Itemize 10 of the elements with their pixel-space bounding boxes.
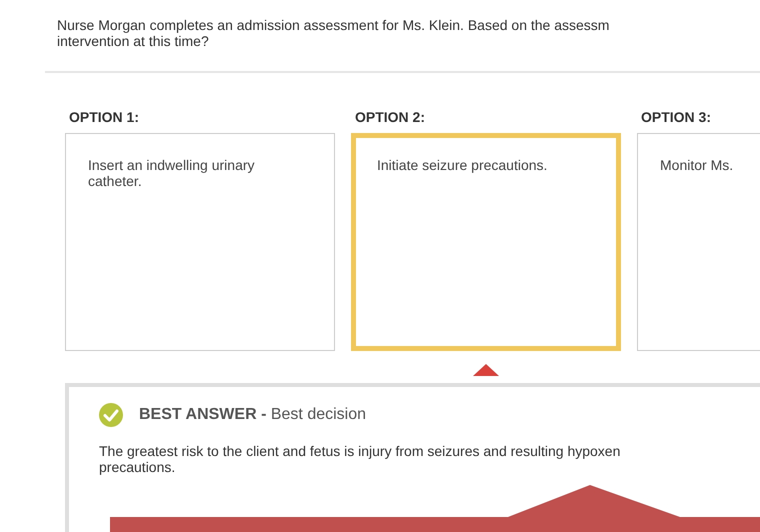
verdict-text: BEST ANSWER - Best decision bbox=[139, 406, 366, 424]
option-heading: OPTION 2: bbox=[355, 109, 426, 126]
option-heading: OPTION 1: bbox=[69, 109, 140, 126]
option-card[interactable]: Insert an indwelling urinary catheter. bbox=[65, 133, 335, 352]
pointer-icon bbox=[473, 364, 499, 376]
option-card[interactable]: Monitor Ms. bbox=[637, 133, 760, 352]
explanation-text: The greatest risk to the client and fetus is injury from seizures and resulting hypoxen precautions. bbox=[99, 443, 622, 476]
option-heading: OPTION 3: bbox=[641, 109, 712, 126]
question-text: Nurse Morgan completes an admission assessment for Ms. Klein. Based on the assessm intervention at this time? bbox=[56, 16, 610, 50]
option-card[interactable]: Initiate seizure precautions. bbox=[351, 133, 621, 352]
